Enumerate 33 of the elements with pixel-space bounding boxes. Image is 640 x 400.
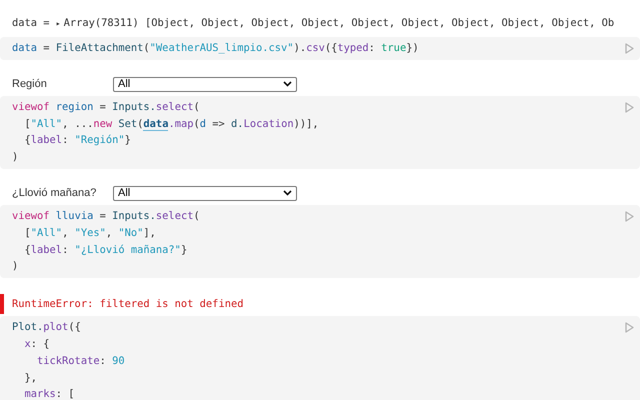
run-icon[interactable] bbox=[625, 210, 634, 222]
error-bar bbox=[0, 294, 4, 314]
code-line: data = FileAttachment("WeatherAUS_limpio.csv").csv({typed: true}) bbox=[12, 41, 420, 56]
code-line: }, bbox=[24, 370, 38, 386]
code-line: {label: "Región"} bbox=[24, 133, 132, 148]
code-line: {label: "¿Llovió mañana?"} bbox=[24, 242, 188, 258]
code-cell[interactable]: viewof lluvia = Inputs.select( ["All", "Yes", "No"], {label: "¿Llovió mañana?"} ) bbox=[0, 204, 640, 278]
code-line: viewof lluvia = Inputs.select( bbox=[12, 208, 201, 224]
code-line: ) bbox=[12, 259, 20, 274]
code-line: tickRotate: 90 bbox=[36, 354, 126, 369]
code-line: ["All", ...new Set(data.map(d => d.Location))], bbox=[24, 116, 320, 132]
code-cell[interactable]: Plot.plot({ x: { tickRotate: 90 }, marks: [ bbox=[0, 316, 640, 400]
select-field[interactable]: All bbox=[113, 186, 297, 201]
run-icon[interactable] bbox=[625, 102, 634, 113]
code-line: x: { bbox=[24, 336, 51, 352]
input-label: ¿Llovió mañana? bbox=[12, 187, 98, 200]
expand-toggle[interactable]: ▸ bbox=[56, 15, 61, 32]
input-label: Región bbox=[12, 78, 48, 90]
code-line: viewof region = Inputs.select( bbox=[12, 100, 201, 115]
code-line: Plot.plot({ bbox=[12, 320, 82, 336]
select-field[interactable]: All bbox=[113, 76, 297, 92]
run-icon[interactable] bbox=[625, 322, 634, 334]
chevron-icon bbox=[283, 81, 292, 88]
error-message: RuntimeError: filtered is not defined bbox=[12, 298, 244, 310]
run-icon[interactable] bbox=[625, 43, 634, 54]
chevron-icon bbox=[283, 190, 292, 196]
variable-name: data = bbox=[12, 16, 51, 31]
value-preview: Array(78311) [Object, Object, Object, Object, Object, Object, Object, Object, Object, Ob bbox=[64, 16, 614, 31]
code-line: marks: [ bbox=[24, 387, 76, 400]
code-cell[interactable]: data = FileAttachment("WeatherAUS_limpio.csv").csv({typed: true}) bbox=[0, 37, 640, 60]
code-line: ["All", "Yes", "No"], bbox=[24, 226, 157, 241]
code-line: ) bbox=[12, 150, 20, 166]
code-cell[interactable]: viewof region = Inputs.select( ["All", ...new Set(data.map(d => d.Location))], {label: "Región"} ) bbox=[0, 96, 640, 169]
